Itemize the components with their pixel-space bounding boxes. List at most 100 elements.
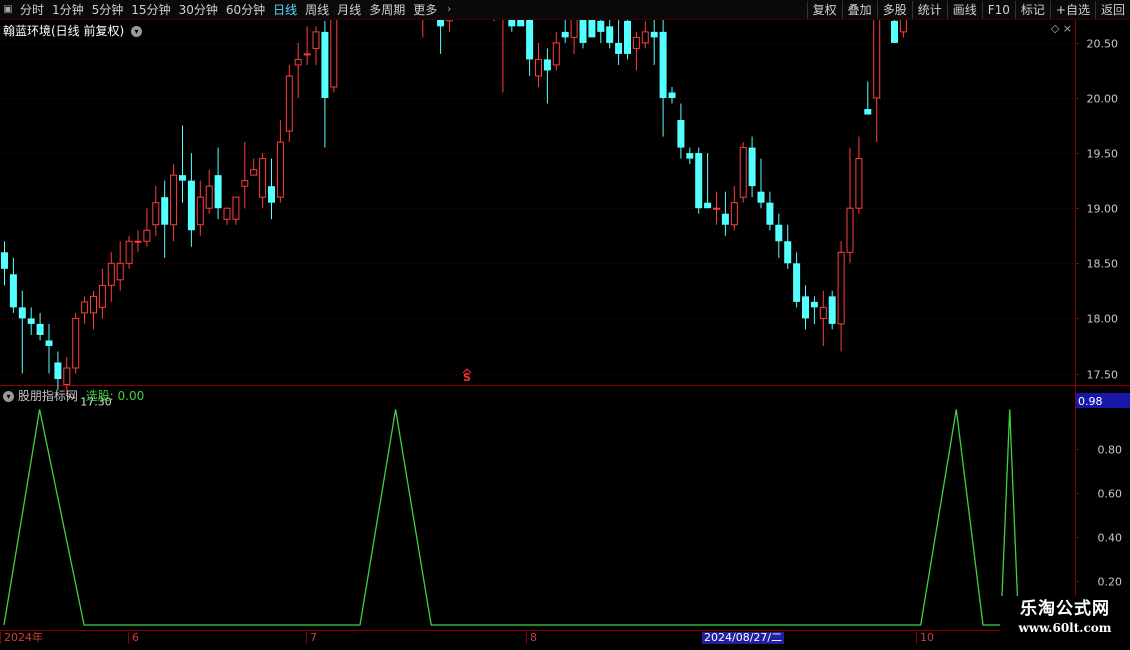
candle	[152, 186, 160, 236]
time-axis-label: 10	[916, 632, 934, 644]
candle	[721, 191, 729, 236]
candle	[837, 241, 845, 352]
candle	[641, 20, 649, 49]
tool-button[interactable]: 多股	[876, 0, 912, 19]
candle-body	[899, 20, 907, 33]
candle	[437, 20, 445, 54]
candle	[552, 31, 560, 71]
stock-title-text: 翰蓝环境(日线 前复权)	[3, 24, 125, 38]
period-tab[interactable]: 分时	[16, 1, 48, 19]
indicator-line	[3, 409, 1037, 626]
period-tab[interactable]: 周线	[301, 1, 333, 19]
chevron-right-icon[interactable]: ›	[441, 2, 457, 18]
candle-body	[81, 301, 89, 314]
candle-body	[855, 158, 863, 209]
price-tick-label: 17.50	[1087, 369, 1119, 382]
chevron-down-icon[interactable]: ▾	[131, 26, 143, 37]
candle-body	[205, 185, 213, 209]
chevron-down-icon[interactable]: ▾	[3, 391, 14, 402]
candle	[72, 312, 80, 374]
candle-body	[27, 318, 35, 324]
tool-button[interactable]: 统计	[911, 0, 947, 19]
candle	[775, 213, 783, 258]
candle	[855, 136, 863, 214]
app-menu-icon[interactable]: ▣	[0, 2, 16, 18]
candle	[846, 147, 854, 264]
candle-body	[9, 274, 17, 308]
candle-body	[677, 120, 685, 148]
candle-body	[125, 240, 133, 264]
candle	[268, 158, 275, 220]
candle-body	[161, 197, 169, 225]
candle	[312, 26, 320, 65]
candle-body	[828, 296, 836, 324]
candle-body	[214, 175, 222, 209]
period-tab[interactable]: 多周期	[365, 1, 409, 19]
candle-body	[784, 241, 792, 264]
candle-body	[819, 306, 827, 319]
candle-body	[250, 169, 258, 176]
candle-body	[846, 207, 854, 253]
tool-button[interactable]: F10	[981, 0, 1015, 19]
candle	[143, 208, 151, 247]
time-axis-label: 8	[526, 632, 537, 644]
period-tab[interactable]: 30分钟	[175, 1, 222, 19]
watermark-title: 乐淘公式网	[1020, 599, 1110, 619]
candle-body	[606, 26, 614, 43]
candle	[250, 158, 258, 176]
candle-body	[1, 252, 8, 269]
indicator-tick-label: 0.20	[1098, 576, 1123, 589]
candle	[650, 20, 658, 65]
indicator-panel-title: ▾ 股朋指标网 选股: 0.00	[3, 387, 144, 404]
period-tab[interactable]: 60分钟	[222, 1, 269, 19]
candle	[170, 164, 178, 242]
tool-button[interactable]: 返回	[1094, 0, 1130, 19]
indicator-name: 股朋指标网	[17, 389, 78, 403]
candle	[276, 120, 284, 203]
right-tool-buttons: 复权 叠加 多股 统计 画线 F10 标记 +自选 返回	[806, 0, 1130, 19]
panel-options-icon[interactable]: ◇ ×	[1051, 22, 1072, 35]
candle	[493, 20, 495, 21]
candle	[899, 20, 907, 38]
candle-body	[748, 147, 756, 187]
tool-button[interactable]: 叠加	[841, 0, 877, 19]
indicator-tick-label: 0.60	[1098, 488, 1123, 501]
candle-body	[90, 295, 97, 314]
period-tab[interactable]: 更多	[409, 1, 441, 19]
candle	[54, 351, 62, 391]
candle	[259, 153, 267, 209]
candle	[45, 323, 53, 374]
candle-body	[766, 202, 774, 225]
kline-chart[interactable]: 23.0022.5022.0021.5021.0020.5020.0019.50…	[0, 20, 1130, 630]
candle-body	[18, 307, 26, 319]
candle-body	[668, 92, 676, 98]
tool-button[interactable]: 复权	[806, 0, 842, 19]
candle	[161, 180, 169, 258]
candle-body	[45, 340, 53, 346]
candle-body	[36, 323, 44, 335]
candle	[526, 20, 534, 76]
tool-button[interactable]: 画线	[946, 0, 982, 19]
candle	[232, 196, 240, 225]
period-tab[interactable]: 15分钟	[127, 1, 174, 19]
candle-body	[891, 20, 898, 43]
candle	[668, 86, 676, 104]
candle-body	[241, 180, 249, 187]
candle	[757, 158, 765, 209]
candle	[579, 20, 587, 49]
candle	[303, 26, 311, 65]
candle	[9, 257, 17, 313]
period-tab[interactable]: 1分钟	[48, 1, 88, 19]
period-tab[interactable]: 月线	[333, 1, 365, 19]
tool-button[interactable]: 标记	[1014, 0, 1050, 19]
period-tab[interactable]: 5分钟	[88, 1, 128, 19]
candle	[766, 191, 774, 231]
tool-button[interactable]: +自选	[1049, 0, 1095, 19]
period-tab[interactable]: 日线	[269, 1, 301, 19]
candle	[615, 20, 623, 65]
candle-body	[570, 20, 578, 38]
candle	[223, 207, 231, 225]
candle	[446, 20, 453, 32]
candle-body	[223, 207, 231, 220]
candle	[686, 147, 694, 165]
